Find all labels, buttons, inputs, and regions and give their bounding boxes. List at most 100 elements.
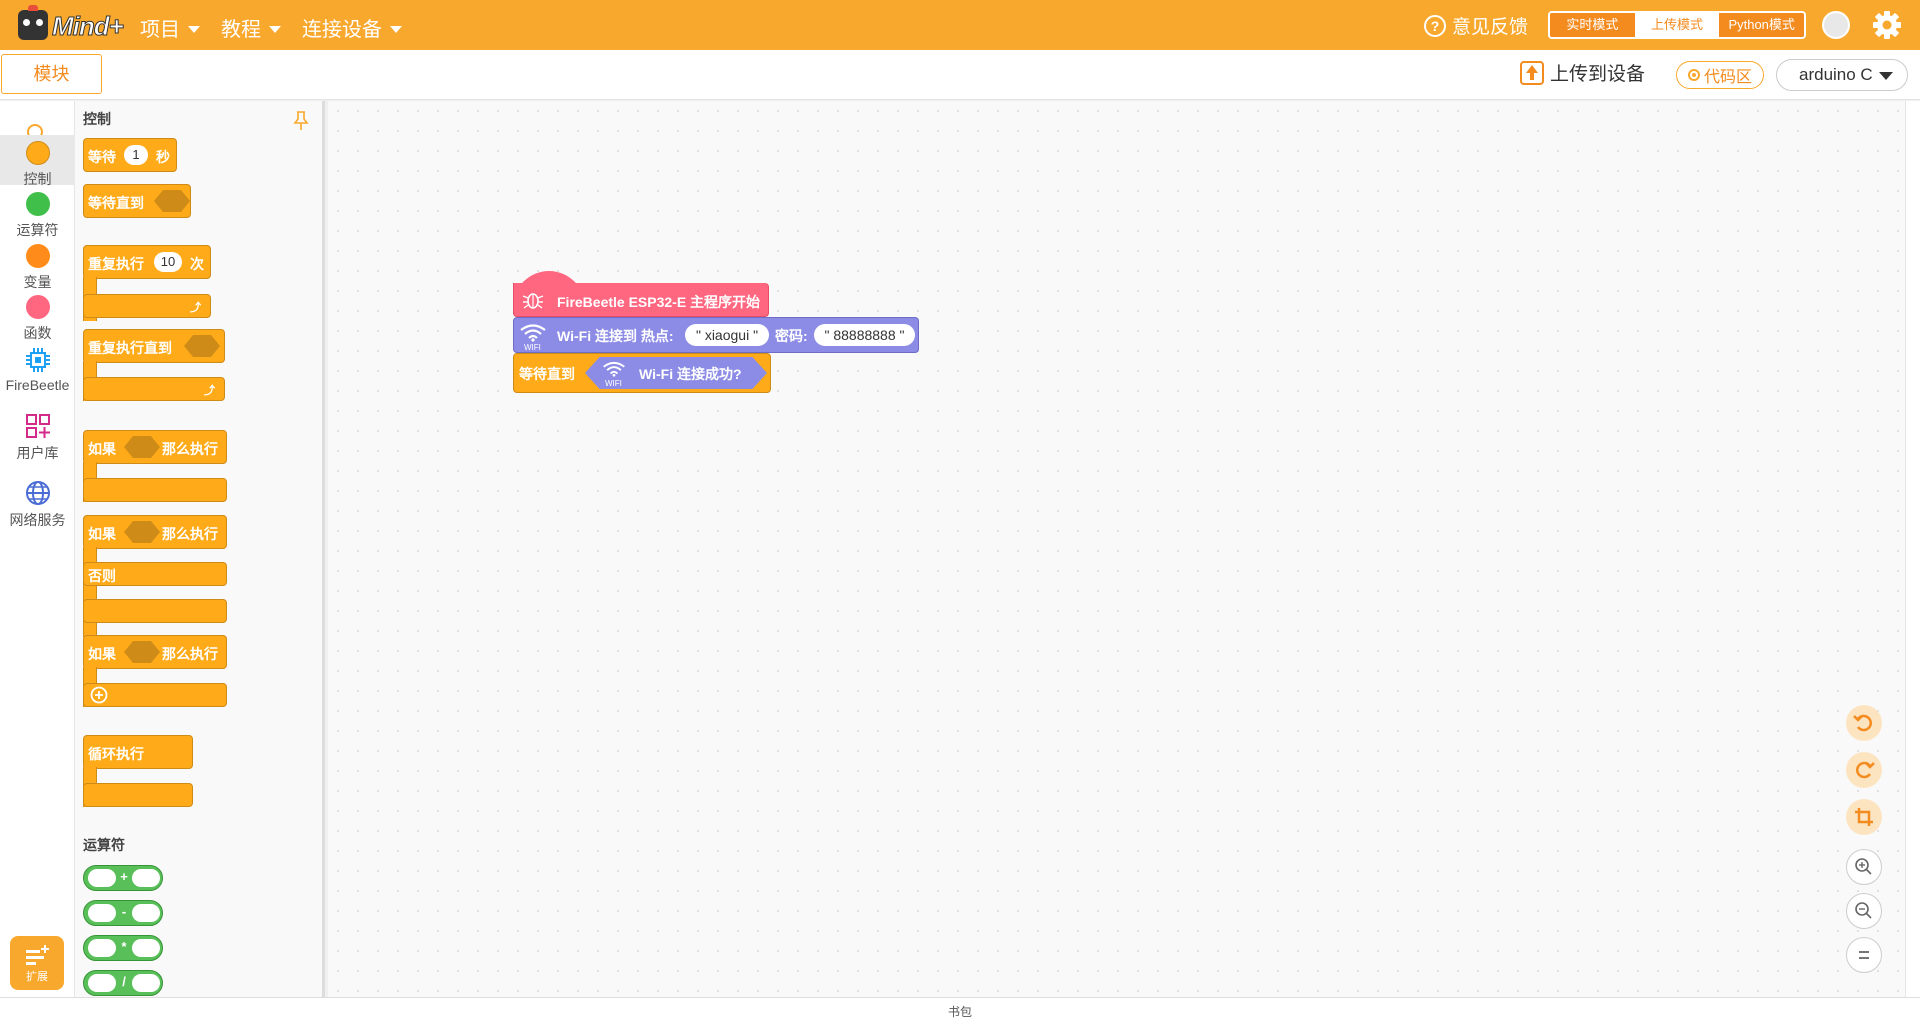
menu-tutorial[interactable]: 教程 <box>221 13 281 42</box>
block-subtract[interactable]: - <box>83 900 163 926</box>
redo-button[interactable] <box>1846 752 1882 788</box>
boolean-slot[interactable] <box>184 335 220 357</box>
zoom-reset-button[interactable] <box>1846 937 1882 973</box>
extensions-button[interactable]: 扩展 <box>10 936 64 990</box>
code-area-label: 代码区 <box>1703 69 1752 86</box>
zoom-in-button[interactable] <box>1846 849 1882 885</box>
category-label: 控制 <box>23 171 52 187</box>
wifi-password-input[interactable]: " 88888888 " <box>814 324 915 346</box>
boolean-slot[interactable] <box>124 641 160 663</box>
category-variables[interactable]: 变量 <box>0 244 75 292</box>
operand-right-input[interactable] <box>132 939 160 957</box>
functions-dot-icon <box>25 295 50 319</box>
crop-icon <box>1855 808 1873 826</box>
feedback-label: 意见反馈 <box>1452 17 1529 38</box>
user-avatar[interactable] <box>1822 11 1850 39</box>
category-control[interactable]: 控制 <box>0 135 75 187</box>
mode-upload[interactable]: 上传模式 <box>1634 13 1720 37</box>
block-text: 秒 <box>156 149 170 165</box>
operand-right-input[interactable] <box>132 974 160 992</box>
wifi-connect-label: Wi-Fi 连接到 热点: <box>557 328 674 344</box>
globe-icon <box>25 481 50 505</box>
radio-icon <box>1687 69 1700 81</box>
extension-icon <box>26 945 49 965</box>
block-text: 如果 <box>88 646 116 662</box>
robot-logo-icon <box>18 5 48 40</box>
workspace-scrollbar[interactable] <box>1905 101 1920 997</box>
crop-button[interactable] <box>1846 799 1882 835</box>
gear-icon[interactable] <box>1872 10 1902 40</box>
code-workspace[interactable]: FireBeetle ESP32-E 主程序开始 WIFI Wi-Fi 连接到 … <box>328 101 1905 997</box>
wait-until-label: 等待直到 <box>519 366 575 382</box>
block-wait-seconds[interactable]: 等待 1 秒 <box>83 138 177 172</box>
menu-project-label: 项目 <box>140 19 180 41</box>
category-label: 网络服务 <box>9 512 66 528</box>
category-label: FireBeetle <box>5 377 70 393</box>
block-multiply[interactable]: * <box>83 935 163 961</box>
block-text: 次 <box>190 256 204 272</box>
repeat-count-input[interactable]: 10 <box>154 252 182 272</box>
menu-tutorial-label: 教程 <box>221 19 261 41</box>
app-logo[interactable]: Mind+ <box>18 5 158 42</box>
category-firebeetle[interactable]: FireBeetle <box>0 347 75 393</box>
block-text: 那么执行 <box>162 646 218 662</box>
wait-seconds-input[interactable]: 1 <box>124 145 148 165</box>
undo-icon <box>1853 714 1872 732</box>
code-area-toggle[interactable]: 代码区 <box>1676 61 1764 89</box>
operator-symbol: + <box>120 869 128 884</box>
boolean-slot[interactable] <box>124 521 160 543</box>
operators-dot-icon <box>25 192 50 216</box>
chevron-down-icon <box>188 25 200 33</box>
loop-arrow-icon: ⤴ <box>204 385 215 397</box>
category-label: 用户库 <box>16 445 59 461</box>
upload-to-device-button[interactable]: 上传到设备 <box>1520 59 1645 86</box>
loop-arrow-icon: ⤴ <box>190 302 201 314</box>
add-branch-icon[interactable] <box>90 686 108 704</box>
operand-left-input[interactable] <box>88 869 116 887</box>
chevron-down-icon <box>390 25 402 33</box>
wifi-ssid-input[interactable]: " xiaogui " <box>685 324 769 346</box>
redo-icon <box>1856 761 1875 779</box>
pin-icon[interactable] <box>293 111 309 131</box>
control-dot-icon <box>25 141 50 165</box>
category-network-services[interactable]: 网络服务 <box>0 480 75 530</box>
category-user-library[interactable]: 用户库 <box>0 413 75 463</box>
operand-right-input[interactable] <box>132 904 160 922</box>
language-value: arduino C <box>1799 65 1873 84</box>
block-text: 等待 <box>88 149 116 165</box>
operand-left-input[interactable] <box>88 939 116 957</box>
block-text: 如果 <box>88 526 116 542</box>
language-select[interactable]: arduino C <box>1776 59 1908 91</box>
operand-left-input[interactable] <box>88 974 116 992</box>
wifi-connected-condition[interactable]: WIFI Wi-Fi 连接成功? <box>585 357 767 389</box>
menu-project[interactable]: 项目 <box>140 13 200 42</box>
block-divide[interactable]: / <box>83 970 163 996</box>
tab-blocks[interactable]: 模块 <box>1 54 102 94</box>
block-wait-until[interactable]: 等待直到 <box>83 184 191 218</box>
zoom-out-button[interactable] <box>1846 893 1882 929</box>
operand-right-input[interactable] <box>132 869 160 887</box>
palette-section-control: 控制 <box>83 111 111 127</box>
operand-left-input[interactable] <box>88 904 116 922</box>
category-label: 运算符 <box>16 222 59 238</box>
undo-button[interactable] <box>1846 705 1882 741</box>
block-text: 循环执行 <box>88 746 144 762</box>
mode-realtime[interactable]: 实时模式 <box>1550 13 1635 37</box>
feedback-button[interactable]: ? 意见反馈 <box>1424 12 1528 39</box>
category-functions[interactable]: 函数 <box>0 295 75 343</box>
equals-icon <box>1859 951 1869 959</box>
block-text: 重复执行直到 <box>88 340 172 356</box>
wifi-password-label: 密码: <box>775 328 808 344</box>
brand-name: Mind+ <box>52 11 125 42</box>
category-operators[interactable]: 运算符 <box>0 192 75 240</box>
block-add[interactable]: + <box>83 865 163 891</box>
category-label: 变量 <box>23 274 52 290</box>
menu-connect-device[interactable]: 连接设备 <box>302 13 402 42</box>
mode-python[interactable]: Python模式 <box>1719 13 1804 37</box>
backpack-panel[interactable]: 书包 <box>0 997 1920 1027</box>
category-label: 函数 <box>23 325 52 341</box>
boolean-slot[interactable] <box>124 436 160 458</box>
operator-symbol: - <box>121 904 127 919</box>
top-menu-bar: Mind+ 项目 教程 连接设备 ? 意见反馈 实时模式 上传模式 Python… <box>0 0 1920 50</box>
boolean-slot[interactable] <box>154 190 190 212</box>
